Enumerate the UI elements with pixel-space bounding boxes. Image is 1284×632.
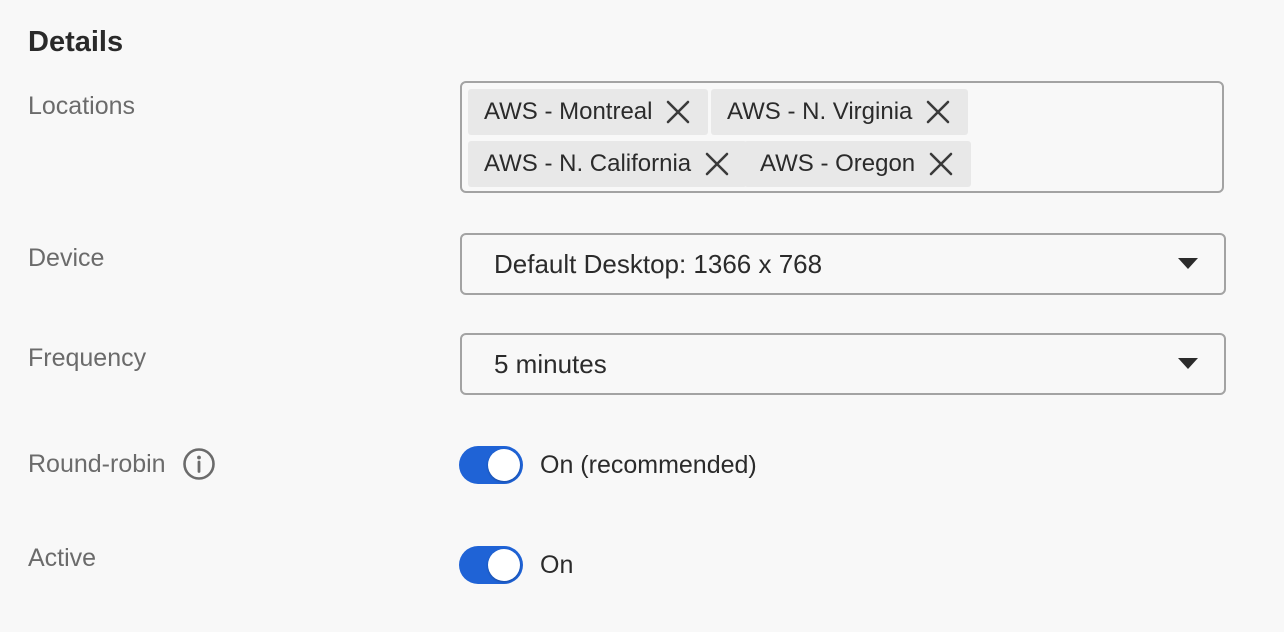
caret-down-icon bbox=[1178, 358, 1198, 369]
frequency-label: Frequency bbox=[28, 344, 147, 372]
location-chip-montreal: AWS - Montreal bbox=[468, 89, 709, 135]
round-robin-toggle-row: On (recommended) bbox=[459, 446, 757, 484]
round-robin-label: Round-robin bbox=[28, 449, 166, 478]
close-icon[interactable] bbox=[703, 150, 731, 178]
location-chip-label: AWS - N. California bbox=[484, 150, 692, 177]
active-label: Active bbox=[28, 544, 97, 572]
location-chip-oregon: AWS - Oregon bbox=[744, 141, 972, 187]
details-panel: Details Locations AWS - Montreal AWS - N… bbox=[0, 0, 1284, 632]
toggle-knob bbox=[488, 449, 520, 481]
location-chip-n-virginia: AWS - N. Virginia bbox=[711, 89, 969, 135]
info-icon[interactable] bbox=[182, 447, 216, 481]
device-label: Device bbox=[28, 244, 105, 272]
close-icon[interactable] bbox=[924, 98, 952, 126]
caret-down-icon bbox=[1178, 258, 1198, 269]
frequency-select[interactable]: 5 minutes bbox=[460, 333, 1226, 395]
location-chip-label: AWS - Montreal bbox=[484, 98, 653, 125]
location-chip-label: AWS - Oregon bbox=[760, 150, 916, 177]
round-robin-toggle[interactable] bbox=[459, 446, 523, 484]
close-icon[interactable] bbox=[664, 98, 692, 126]
locations-label: Locations bbox=[28, 92, 136, 120]
location-chip-n-california: AWS - N. California bbox=[468, 141, 748, 187]
locations-multiselect[interactable]: AWS - Montreal AWS - N. Virginia AWS - N… bbox=[460, 81, 1224, 193]
section-title: Details bbox=[28, 26, 124, 58]
active-toggle-row: On bbox=[459, 546, 573, 584]
active-toggle[interactable] bbox=[459, 546, 523, 584]
location-chip-label: AWS - N. Virginia bbox=[727, 98, 913, 125]
round-robin-label-row: Round-robin bbox=[28, 447, 216, 481]
round-robin-status: On (recommended) bbox=[540, 450, 757, 479]
device-select[interactable]: Default Desktop: 1366 x 768 bbox=[460, 233, 1226, 295]
close-icon[interactable] bbox=[927, 150, 955, 178]
toggle-knob bbox=[488, 549, 520, 581]
frequency-select-value: 5 minutes bbox=[494, 348, 607, 379]
device-select-value: Default Desktop: 1366 x 768 bbox=[494, 248, 823, 279]
active-status: On bbox=[540, 550, 574, 579]
